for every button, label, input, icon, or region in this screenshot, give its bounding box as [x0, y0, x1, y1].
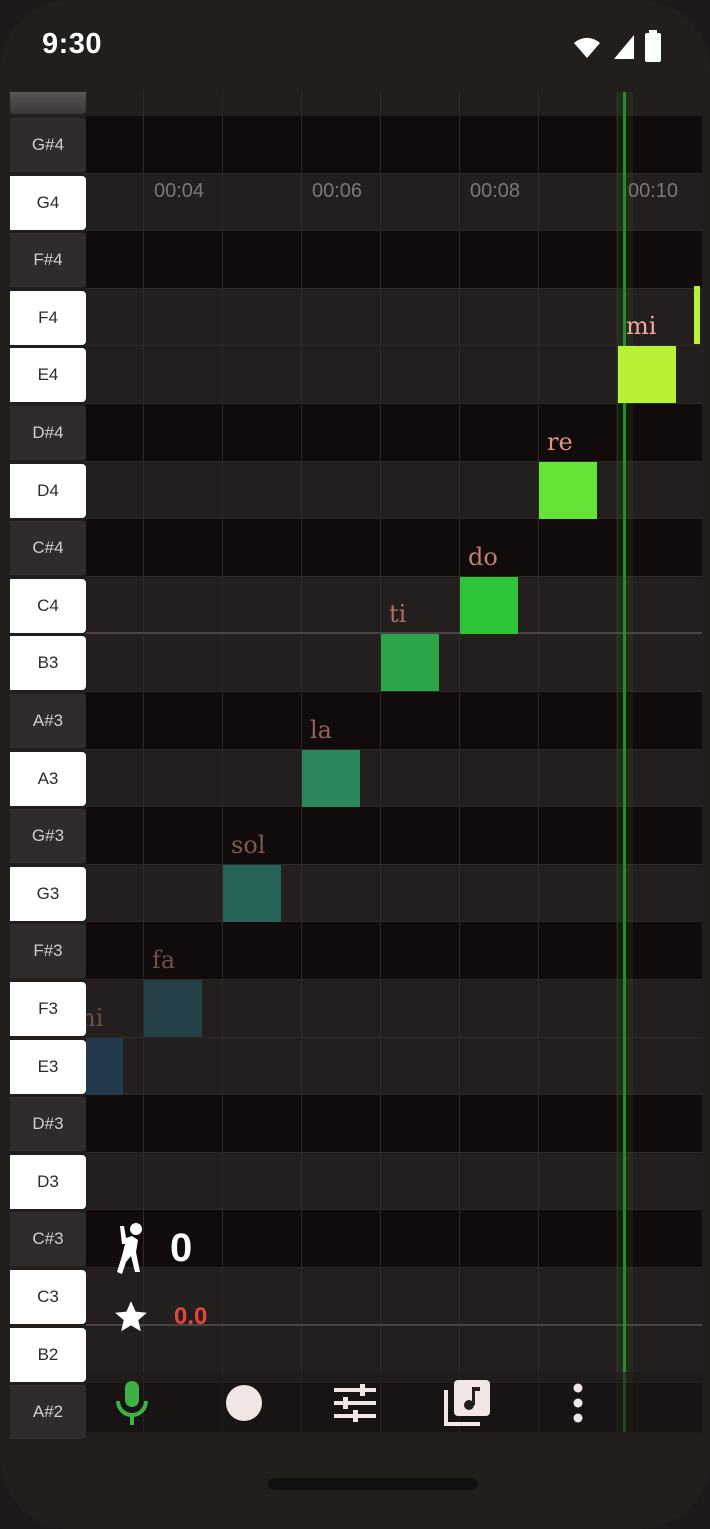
- score-value: 0: [170, 1225, 193, 1270]
- key-g4[interactable]: G4: [10, 175, 86, 230]
- key-f4[interactable]: F4: [10, 290, 86, 345]
- settings-button[interactable]: [330, 1378, 380, 1428]
- upcoming-note-marker: [694, 286, 700, 344]
- star-icon: [115, 1301, 147, 1332]
- key-g-sharp4[interactable]: G#4: [10, 118, 86, 172]
- roll-row: [86, 461, 702, 520]
- note-block[interactable]: [223, 864, 281, 922]
- note-block[interactable]: [302, 749, 360, 807]
- roll-row: [86, 749, 702, 808]
- key-c-sharp3[interactable]: C#3: [10, 1212, 86, 1267]
- music-library-button[interactable]: [442, 1378, 492, 1428]
- time-label: 00:10: [627, 180, 679, 202]
- grid-line: [538, 92, 539, 1432]
- roll-row: [86, 1152, 702, 1211]
- phone-screen: 9:30 00:04 00:06 00:08 00:10 mi fa sol la ti do re…: [0, 0, 710, 1529]
- status-bar: 9:30: [0, 0, 710, 92]
- key-c3[interactable]: C3: [10, 1270, 86, 1324]
- keyboard-top-fade: [10, 92, 86, 114]
- roll-row: [86, 1095, 702, 1153]
- roll-row: [86, 519, 702, 577]
- wifi-icon: [574, 37, 600, 58]
- microphone-button[interactable]: [107, 1378, 157, 1428]
- roll-row: [86, 404, 702, 462]
- key-d3[interactable]: D3: [10, 1154, 86, 1209]
- note-syllable-label: fa: [152, 946, 176, 974]
- battery-icon: [645, 30, 661, 62]
- key-d-sharp3[interactable]: D#3: [10, 1097, 86, 1152]
- roll-row: [86, 346, 702, 404]
- key-b3[interactable]: B3: [10, 636, 86, 691]
- playhead[interactable]: [623, 92, 626, 1432]
- signal-icon: [614, 35, 634, 59]
- key-e3[interactable]: E3: [10, 1039, 86, 1094]
- key-b2[interactable]: B2: [10, 1327, 86, 1382]
- grid-line: [380, 92, 381, 1432]
- status-clock: 9:30: [42, 28, 103, 60]
- key-g3[interactable]: G3: [10, 866, 86, 921]
- time-label: 00:04: [153, 180, 205, 202]
- note-block[interactable]: [618, 346, 676, 404]
- key-f-sharp4[interactable]: F#4: [10, 233, 86, 288]
- key-d4[interactable]: D4: [10, 463, 86, 518]
- roll-row: [86, 288, 702, 347]
- accuracy-row: 0.0: [112, 1298, 207, 1336]
- note-syllable-label: sol: [231, 830, 266, 859]
- key-a-sharp3[interactable]: A#3: [10, 694, 86, 748]
- note-syllable-label: ti: [389, 600, 407, 629]
- roll-row: [86, 922, 702, 980]
- record-button[interactable]: [219, 1378, 269, 1428]
- note-block[interactable]: [539, 461, 597, 519]
- time-label: 00:06: [311, 180, 363, 202]
- note-block[interactable]: [86, 1037, 123, 1095]
- more-options-button[interactable]: [553, 1378, 603, 1428]
- note-block[interactable]: [144, 980, 202, 1037]
- roll-row: [86, 807, 702, 865]
- score-row: 0: [112, 1222, 192, 1274]
- key-c-sharp4[interactable]: C#4: [10, 521, 86, 576]
- note-block[interactable]: [381, 634, 439, 692]
- roll-row: [86, 1037, 702, 1096]
- note-block[interactable]: [460, 576, 518, 634]
- time-label: 00:08: [469, 180, 521, 202]
- roll-row: [86, 116, 702, 174]
- piano-keyboard[interactable]: G#4 G4 F#4 F4 E4 D#4 D4 C#4 C4 B3 A#3 A3 G#3 G3 F#3 F3 E…: [10, 92, 86, 1440]
- note-syllable-label: la: [310, 715, 332, 744]
- microphone-icon: [116, 1381, 148, 1425]
- status-icons: [570, 28, 662, 64]
- home-indicator[interactable]: [268, 1478, 478, 1490]
- roll-row: [86, 864, 702, 923]
- key-a-sharp2[interactable]: A#2: [10, 1385, 86, 1440]
- grid-line: [459, 92, 460, 1432]
- bottom-toolbar: [86, 1372, 702, 1434]
- grid-line: [222, 92, 223, 1432]
- note-syllable-label: do: [468, 542, 498, 571]
- key-e4[interactable]: E4: [10, 348, 86, 403]
- record-icon: [226, 1385, 262, 1421]
- key-c4[interactable]: C4: [10, 578, 86, 633]
- note-syllable-label: mi: [86, 1003, 104, 1032]
- key-f-sharp3[interactable]: F#3: [10, 924, 86, 979]
- key-a3[interactable]: A3: [10, 751, 86, 806]
- accuracy-value: 0.0: [174, 1303, 208, 1330]
- key-g-sharp3[interactable]: G#3: [10, 809, 86, 864]
- tune-sliders-icon: [334, 1384, 376, 1422]
- music-library-icon: [444, 1380, 490, 1426]
- singer-icon: [117, 1223, 142, 1274]
- more-vertical-icon: [573, 1383, 583, 1423]
- note-syllable-label: mi: [626, 312, 657, 341]
- key-f3[interactable]: F3: [10, 982, 86, 1036]
- roll-row: [86, 231, 702, 289]
- roll-row: [86, 692, 702, 750]
- note-syllable-label: re: [547, 427, 573, 456]
- key-d-sharp4[interactable]: D#4: [10, 406, 86, 460]
